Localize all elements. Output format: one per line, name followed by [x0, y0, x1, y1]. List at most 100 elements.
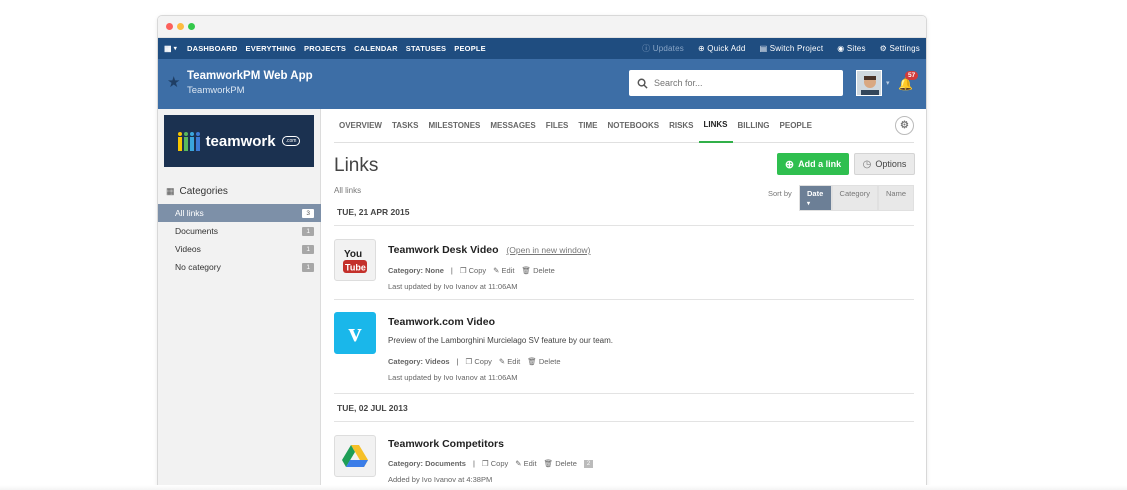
clock-icon: ◷	[862, 158, 872, 170]
tab-people[interactable]: PEOPLE	[775, 109, 817, 143]
chevron-down-icon[interactable]: ▾	[886, 79, 890, 87]
youtube-logo: You Tube	[343, 249, 367, 273]
tab-tasks[interactable]: TASKS	[387, 109, 424, 143]
gear-icon: ⚙	[879, 44, 888, 53]
link-updated: Added by Ivo Ivanov at 4:38PM	[388, 475, 493, 484]
settings-button[interactable]: ⚙ Settings	[880, 44, 920, 53]
category-value: Documents	[425, 459, 466, 468]
copy-icon: ❐	[459, 266, 467, 275]
updates-link[interactable]: ⓘ Updates	[642, 43, 684, 54]
nav-projects[interactable]: PROJECTS	[304, 44, 346, 53]
close-window-icon[interactable]	[166, 23, 173, 30]
delete-button[interactable]: 🗑 Delete	[527, 357, 560, 366]
company-name[interactable]: TeamworkPM	[187, 85, 245, 96]
category-label: No category	[175, 262, 221, 272]
open-in-new-window-link[interactable]: (Open in new window)	[506, 245, 590, 255]
category-documents[interactable]: Documents 1	[158, 222, 321, 240]
drive-logo	[342, 445, 368, 467]
copy-button[interactable]: ❐ Copy	[460, 266, 486, 275]
avatar[interactable]	[856, 70, 882, 96]
quick-add-button[interactable]: ⊕ Quick Add	[698, 44, 746, 53]
category-label: Videos	[175, 244, 201, 254]
people-logo-icon	[177, 132, 200, 151]
tab-time[interactable]: TIME	[573, 109, 602, 143]
nav-calendar[interactable]: CALENDAR	[354, 44, 398, 53]
main-content: OVERVIEW TASKS MILESTONES MESSAGES FILES…	[334, 109, 915, 490]
notification-count-badge: 57	[905, 71, 919, 80]
tab-milestones[interactable]: MILESTONES	[424, 109, 486, 143]
link-meta: Category: None | ❐ Copy ✎ Edit 🗑 Delete	[388, 266, 555, 275]
category-label: Documents	[175, 226, 218, 236]
tab-links[interactable]: LINKS	[698, 109, 733, 143]
category-count: 3	[302, 208, 314, 218]
folder-icon: ▦	[166, 186, 175, 196]
tab-notebooks[interactable]: NOTEBOOKS	[603, 109, 665, 143]
browser-window: ▦ ▾ DASHBOARD EVERYTHING PROJECTS CALEND…	[157, 15, 927, 490]
delete-button[interactable]: 🗑 Delete	[521, 266, 554, 275]
tab-risks[interactable]: RISKS	[664, 109, 698, 143]
edit-button[interactable]: ✎ Edit	[493, 266, 514, 275]
category-list: All links 3 Documents 1 Videos 1 No categor…	[158, 204, 321, 276]
sort-by-label: Sort by	[768, 189, 792, 198]
project-settings-gear-icon[interactable]: ⚙	[895, 116, 914, 135]
delete-label: Delete	[533, 266, 555, 275]
window-titlebar	[158, 16, 926, 38]
category-videos[interactable]: Videos 1	[158, 240, 321, 258]
trash-icon: 🗑	[521, 266, 532, 275]
star-icon[interactable]: ★	[167, 73, 180, 91]
page-title: Links	[334, 155, 379, 176]
maximize-window-icon[interactable]	[188, 23, 195, 30]
app-switcher[interactable]: ▦ ▾	[164, 44, 177, 53]
nav-statuses[interactable]: STATUSES	[406, 44, 447, 53]
tab-billing[interactable]: BILLING	[733, 109, 775, 143]
link-meta: Category: Documents | ❐ Copy ✎ Edit 🗑 De…	[388, 459, 594, 468]
filter-label: All links	[334, 186, 362, 195]
search-input[interactable]	[654, 78, 834, 88]
tab-messages[interactable]: MESSAGES	[485, 109, 540, 143]
link-title[interactable]: Teamwork Competitors	[388, 438, 504, 450]
category-all-links[interactable]: All links 3	[158, 204, 321, 222]
switch-project-button[interactable]: ▤ Switch Project	[760, 44, 824, 53]
search-box[interactable]	[629, 70, 843, 96]
minimize-window-icon[interactable]	[177, 23, 184, 30]
settings-label: Settings	[889, 44, 920, 53]
add-link-button[interactable]: ⊕ Add a link	[777, 153, 849, 175]
delete-button[interactable]: 🗑 Delete	[544, 459, 577, 468]
info-icon: ⓘ	[642, 44, 651, 53]
pencil-icon: ✎	[515, 459, 522, 468]
link-meta: Category: Videos | ❐ Copy ✎ Edit 🗑 Delet…	[388, 357, 561, 366]
copy-button[interactable]: ❐ Copy	[482, 459, 508, 468]
nav-dashboard[interactable]: DASHBOARD	[187, 44, 238, 53]
edit-button[interactable]: ✎ Edit	[499, 357, 520, 366]
category-count: 1	[302, 244, 314, 254]
comment-count-badge[interactable]: 2	[583, 459, 594, 468]
project-title[interactable]: TeamworkPM Web App	[187, 70, 313, 82]
sites-button[interactable]: ◉ Sites	[837, 44, 865, 53]
copy-icon: ❐	[481, 459, 489, 468]
edit-label: Edit	[523, 459, 537, 468]
nav-everything[interactable]: EVERYTHING	[246, 44, 296, 53]
sort-date-label: Date	[807, 189, 824, 198]
edit-label: Edit	[507, 357, 521, 366]
category-no-category[interactable]: No category 1	[158, 258, 321, 276]
link-title-text: Teamwork Desk Video	[388, 244, 499, 256]
vimeo-icon[interactable]: v	[334, 312, 376, 354]
date-group-header: TUE, 02 JUL 2013	[334, 403, 914, 422]
edit-button[interactable]: ✎ Edit	[515, 459, 536, 468]
category-label: Category:	[388, 266, 424, 275]
tab-overview[interactable]: OVERVIEW	[334, 109, 387, 143]
link-title[interactable]: Teamwork.com Video	[388, 316, 495, 328]
tab-files[interactable]: FILES	[541, 109, 574, 143]
sites-label: Sites	[846, 44, 866, 53]
options-button[interactable]: ◷ Options	[854, 153, 915, 175]
category-label: Category:	[388, 357, 424, 366]
nav-people[interactable]: PEOPLE	[454, 44, 486, 53]
delete-label: Delete	[538, 357, 561, 366]
page-bottom-fade	[0, 485, 1127, 490]
google-drive-icon[interactable]	[334, 435, 376, 477]
updates-label: Updates	[652, 44, 684, 53]
copy-button[interactable]: ❐ Copy	[466, 357, 492, 366]
youtube-icon[interactable]: You Tube	[334, 239, 376, 281]
pencil-icon: ✎	[493, 266, 500, 275]
link-title[interactable]: Teamwork Desk Video (Open in new window)	[388, 244, 591, 256]
